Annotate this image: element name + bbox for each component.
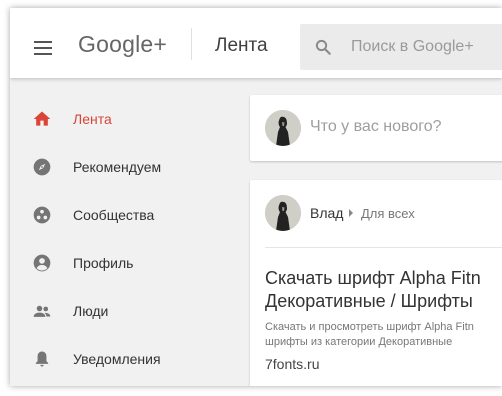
avatar-image: [265, 110, 301, 146]
sidebar-item-recommended[interactable]: Рекомендуем: [10, 143, 246, 191]
sidebar-item-label: Уведомления: [73, 351, 161, 367]
avatar[interactable]: [265, 110, 301, 146]
communities-icon: [33, 206, 51, 224]
page-title: Лента: [215, 35, 268, 56]
sidebar-item-communities[interactable]: Сообщества: [10, 191, 246, 239]
search-placeholder: Поиск в Google+: [351, 38, 474, 55]
sidebar-item-label: Лента: [73, 111, 112, 127]
avatar-image: [265, 195, 301, 231]
sidebar-item-people[interactable]: Люди: [10, 287, 246, 335]
post-divider: [265, 247, 502, 248]
post-card: Влад Для всех Скачать шрифт Alpha Fitn Д…: [250, 180, 502, 386]
post-author[interactable]: Влад: [310, 205, 343, 221]
compass-icon: [33, 158, 51, 176]
sidebar-nav: Лента Рекомендуем Сообщества Профиль Люд…: [10, 78, 246, 386]
bell-icon: [35, 351, 49, 367]
link-title-line: Декоративные / Шрифты: [265, 291, 473, 311]
link-title-line: Скачать шрифт Alpha Fitn: [265, 268, 481, 288]
link-title[interactable]: Скачать шрифт Alpha Fitn Декоративные / …: [265, 267, 502, 313]
sidebar-item-profile[interactable]: Профиль: [10, 239, 246, 287]
link-domain[interactable]: 7fonts.ru: [265, 356, 319, 372]
google-plus-logo[interactable]: Google+: [78, 31, 167, 58]
search-icon: [315, 39, 331, 55]
compose-box[interactable]: Что у вас нового?: [250, 95, 502, 161]
sidebar-item-notifications[interactable]: Уведомления: [10, 335, 246, 383]
home-icon: [33, 111, 51, 126]
link-description-line: шрифты из категории Декоративные: [265, 336, 453, 348]
profile-icon: [33, 254, 51, 272]
header-divider: [191, 28, 192, 60]
sidebar-item-label: Сообщества: [73, 207, 155, 223]
sidebar-item-feed[interactable]: Лента: [10, 95, 246, 143]
compose-placeholder: Что у вас нового?: [310, 118, 442, 135]
hamburger-menu-icon[interactable]: [34, 41, 52, 55]
post-visibility[interactable]: Для всех: [361, 206, 415, 221]
link-description-line: Скачать и просмотреть шрифт Alpha Fitn: [265, 321, 474, 333]
search-input[interactable]: Поиск в Google+: [300, 24, 502, 70]
avatar[interactable]: [265, 195, 301, 231]
sidebar-item-label: Профиль: [73, 255, 134, 271]
app-window: Google+ Лента Поиск в Google+ Лента Реко…: [10, 8, 502, 386]
sidebar-item-label: Рекомендуем: [73, 159, 162, 175]
people-icon: [33, 305, 51, 317]
sidebar-item-label: Люди: [73, 303, 109, 319]
arrow-right-icon: [349, 209, 353, 217]
link-description: Скачать и просмотреть шрифт Alpha Fitn ш…: [265, 320, 502, 350]
top-bar: Google+ Лента Поиск в Google+: [10, 8, 502, 78]
